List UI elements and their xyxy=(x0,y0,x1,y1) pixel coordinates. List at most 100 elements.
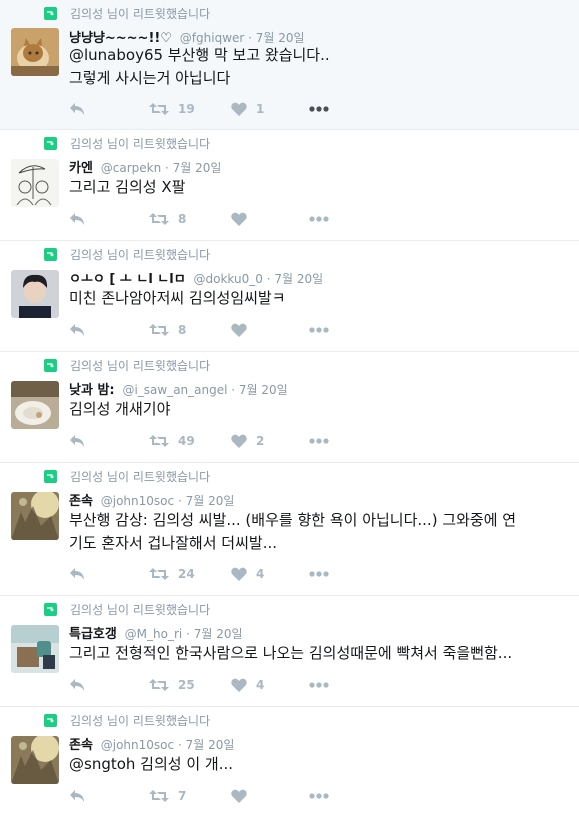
tweet[interactable]: 김의성 님이 리트윗했습니다 특급호갱 @M_ho_ri · 7월 20일 그리… xyxy=(0,596,579,707)
tweet-text-line: 부산행 감상: 김의성 씨발... (배우를 향한 욕이 아닙니다...) 그와… xyxy=(69,511,517,529)
timestamp[interactable]: 7월 20일 xyxy=(186,494,235,508)
tweet-text: 그리고 김의성 X팔 xyxy=(69,176,573,199)
avatar[interactable] xyxy=(11,736,59,784)
timestamp[interactable]: 7월 20일 xyxy=(194,627,243,641)
display-name[interactable]: 특급호갱 xyxy=(69,627,117,642)
like-button[interactable] xyxy=(231,212,256,226)
retweet-icon xyxy=(149,103,169,115)
tweet-text-line: 그리고 김의성 X팔 xyxy=(69,178,186,196)
more-dots-icon xyxy=(309,106,329,112)
reply-icon xyxy=(70,103,84,115)
retweet-count: 8 xyxy=(178,323,187,337)
like-button[interactable]: 1 xyxy=(231,102,264,116)
retweet-context: 김의성 님이 리트윗했습니다 xyxy=(44,357,210,373)
retweet-button[interactable]: 49 xyxy=(149,434,195,448)
like-button[interactable]: 2 xyxy=(231,434,264,448)
more-button[interactable] xyxy=(309,106,329,112)
timestamp[interactable]: 7월 20일 xyxy=(274,272,323,286)
tweet-text: @sngtoh 김의성 이 개... xyxy=(69,753,573,776)
more-dots-icon xyxy=(309,216,329,222)
like-button[interactable] xyxy=(231,323,256,337)
reply-button[interactable] xyxy=(69,678,85,692)
avatar[interactable] xyxy=(11,270,59,318)
retweet-button[interactable]: 8 xyxy=(149,212,186,226)
tweet[interactable]: 김의성 님이 리트윗했습니다 존속 @john10soc · 7월 20일 부산… xyxy=(0,463,579,596)
retweet-icon xyxy=(149,324,169,336)
handle[interactable]: @M_ho_ri xyxy=(125,627,183,641)
tweet-text: 미친 존나암아저씨 김의성임씨발ㅋ xyxy=(69,287,573,310)
heart-icon xyxy=(231,212,247,226)
reply-button[interactable] xyxy=(69,323,85,337)
retweet-context-text: 김의성 님이 리트윗했습니다 xyxy=(70,247,211,262)
reply-button[interactable] xyxy=(69,434,85,448)
tweet[interactable]: 김의성 님이 리트윗했습니다 ㅇㅗㅇ [ ㅗ ㄴl ㄴlㅁ @dokku0_0 … xyxy=(0,241,579,352)
tweet-text: 김의성 개새기야 xyxy=(69,398,573,421)
handle[interactable]: @i_saw_an_angel xyxy=(122,383,227,397)
retweet-context-text: 김의성 님이 리트윗했습니다 xyxy=(70,713,211,728)
handle[interactable]: @john10soc xyxy=(101,738,174,752)
avatar[interactable] xyxy=(11,381,59,429)
avatar[interactable] xyxy=(11,159,59,207)
more-button[interactable] xyxy=(309,216,329,222)
more-button[interactable] xyxy=(309,438,329,444)
avatar[interactable] xyxy=(11,28,59,76)
handle[interactable]: @john10soc xyxy=(101,494,174,508)
more-button[interactable] xyxy=(309,571,329,577)
tweet-text: 부산행 감상: 김의성 씨발... (배우를 향한 욕이 아닙니다...) 그와… xyxy=(69,509,573,555)
retweet-count: 8 xyxy=(178,212,187,226)
more-button[interactable] xyxy=(309,682,329,688)
reply-button[interactable] xyxy=(69,212,85,226)
more-button[interactable] xyxy=(309,793,329,799)
display-name[interactable]: 존속 xyxy=(69,738,93,753)
retweet-badge-icon xyxy=(44,602,57,616)
like-button[interactable]: 4 xyxy=(231,567,264,581)
timestamp[interactable]: 7월 20일 xyxy=(173,161,222,175)
reply-button[interactable] xyxy=(69,102,85,116)
retweet-button[interactable]: 8 xyxy=(149,323,186,337)
more-dots-icon xyxy=(309,793,329,799)
retweet-count: 25 xyxy=(178,678,195,692)
avatar[interactable] xyxy=(11,492,59,540)
like-count: 4 xyxy=(256,678,265,692)
display-name[interactable]: 카엔 xyxy=(69,161,93,176)
retweet-button[interactable]: 24 xyxy=(149,567,195,581)
more-dots-icon xyxy=(309,327,329,333)
like-button[interactable] xyxy=(231,789,256,803)
retweet-badge-icon xyxy=(44,136,57,150)
like-count: 4 xyxy=(256,567,265,581)
tweet[interactable]: 김의성 님이 리트윗했습니다 냥냥냥~~~~!!♡ @fghiqwer · 7월… xyxy=(0,0,579,130)
heart-icon xyxy=(231,678,247,692)
tweet[interactable]: 김의성 님이 리트윗했습니다 존속 @john10soc · 7월 20일 @s… xyxy=(0,707,579,816)
like-button[interactable]: 4 xyxy=(231,678,264,692)
retweet-button[interactable]: 25 xyxy=(149,678,195,692)
retweet-button[interactable]: 7 xyxy=(149,789,186,803)
retweet-context: 김의성 님이 리트윗했습니다 xyxy=(44,246,210,262)
retweet-count: 7 xyxy=(178,789,187,803)
retweet-context: 김의성 님이 리트윗했습니다 xyxy=(44,601,210,617)
display-name[interactable]: ㅇㅗㅇ [ ㅗ ㄴl ㄴlㅁ xyxy=(69,272,186,287)
tweet[interactable]: 김의성 님이 리트윗했습니다 낮과 밤: @i_saw_an_angel · 7… xyxy=(0,352,579,463)
handle[interactable]: @fghiqwer xyxy=(180,31,245,45)
retweet-badge-icon xyxy=(44,469,57,483)
retweet-context-text: 김의성 님이 리트윗했습니다 xyxy=(70,469,211,484)
tweet[interactable]: 김의성 님이 리트윗했습니다 카엔 @carpekn · 7월 20일 그리고 … xyxy=(0,130,579,241)
handle[interactable]: @dokku0_0 xyxy=(194,272,263,286)
display-name[interactable]: 존속 xyxy=(69,494,93,509)
timestamp[interactable]: 7월 20일 xyxy=(256,31,305,45)
retweet-context: 김의성 님이 리트윗했습니다 xyxy=(44,468,210,484)
retweet-icon xyxy=(149,435,169,447)
timestamp[interactable]: 7월 20일 xyxy=(239,383,288,397)
more-dots-icon xyxy=(309,682,329,688)
display-name[interactable]: 낮과 밤: xyxy=(69,383,115,398)
timestamp[interactable]: 7월 20일 xyxy=(186,738,235,752)
tweet-header: 낮과 밤: @i_saw_an_angel · 7월 20일 xyxy=(69,383,288,398)
retweet-button[interactable]: 19 xyxy=(149,102,195,116)
reply-button[interactable] xyxy=(69,789,85,803)
handle[interactable]: @carpekn xyxy=(101,161,161,175)
more-button[interactable] xyxy=(309,327,329,333)
tweet-header: ㅇㅗㅇ [ ㅗ ㄴl ㄴlㅁ @dokku0_0 · 7월 20일 xyxy=(69,272,324,287)
reply-button[interactable] xyxy=(69,567,85,581)
avatar[interactable] xyxy=(11,625,59,673)
retweet-context-text: 김의성 님이 리트윗했습니다 xyxy=(70,358,211,373)
retweet-badge-icon xyxy=(44,713,57,727)
